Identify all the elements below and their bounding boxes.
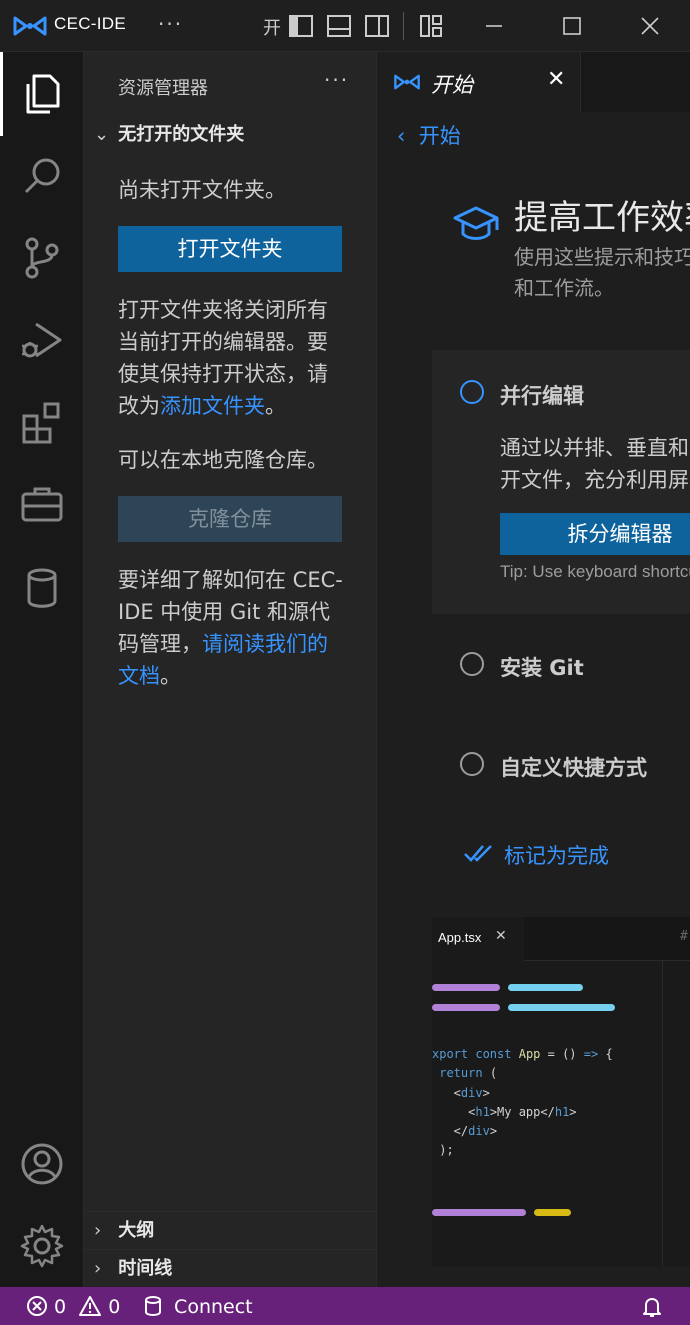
open-folder-info: 打开文件夹将关闭所有当前打开的编辑器。要使其保持打开状态，请改为添加文件夹。 [118,294,348,422]
chevron-down-icon: ⌄ [94,124,110,145]
back-label: 开始 [418,124,461,148]
outline-section-header[interactable]: › 大纲 [84,1211,377,1249]
error-icon [27,1296,47,1316]
run-debug-icon[interactable] [18,316,66,364]
preview-tab: App.tsx ✕ [432,917,524,961]
code-line-bar [508,984,583,991]
app-logo-icon [394,74,420,90]
preview-close-icon: ✕ [495,928,507,944]
explorer-icon[interactable] [18,70,66,118]
connect-label: Connect [174,1296,253,1318]
section-title: 无打开的文件夹 [118,124,245,145]
period2: 。 [160,664,181,688]
connect-item[interactable]: Connect [144,1295,253,1318]
preview-hash: # [680,929,688,944]
step-customize-shortcuts[interactable]: 自定义快捷方式 [500,752,647,782]
activity-bar [0,52,84,1287]
add-folder-link[interactable]: 添加文件夹 [160,394,265,418]
settings-gear-icon[interactable] [18,1222,66,1270]
tab-close-icon[interactable]: ✕ [547,67,565,92]
problems-indicator[interactable]: 0 0 [26,1295,120,1318]
error-count: 0 [54,1296,67,1318]
app-name: CEC-IDE [54,14,126,33]
editor-area: 开始 ✕ ‹ 开始 提高工作效率 使用这些提示和技巧提高工作效率和工作流。 并行… [377,52,690,1287]
no-folder-section-header[interactable]: ⌄ 无打开的文件夹 [94,120,244,146]
database-icon[interactable] [18,564,66,612]
code-line-bar [508,1004,615,1011]
database-icon [145,1296,161,1316]
minimize-icon[interactable] [482,14,506,38]
outline-label: 大纲 [118,1220,155,1241]
open-folder-button[interactable]: 打开文件夹 [118,226,342,272]
app-logo-icon [13,16,47,36]
toolbox-icon[interactable] [18,480,66,528]
step-radio-icon[interactable] [460,752,484,776]
chevron-left-icon: ‹ [397,124,419,148]
close-window-icon[interactable] [638,14,662,38]
code-line-bar [534,1209,571,1216]
walkthrough-subtitle: 使用这些提示和技巧提高工作效率和工作流。 [514,245,690,300]
source-control-icon[interactable] [18,234,66,282]
step-install-git[interactable]: 安装 Git [500,652,584,682]
extensions-icon[interactable] [18,398,66,446]
maximize-icon[interactable] [560,14,584,38]
title-bar: CEC-IDE ··· 开 [0,0,690,52]
code-line-bar [432,1004,500,1011]
sidebar-title: 资源管理器 [118,78,208,99]
step-description: 通过以并排、垂直和网格布局打开文件，充分利用屏幕空间。 [500,436,690,492]
bell-icon[interactable] [640,1295,664,1319]
title-more-button[interactable]: ··· [158,12,183,36]
titlebar-separator [403,12,404,40]
step-tip: Tip: Use keyboard shortcut [500,562,690,581]
customize-layout-icon[interactable] [418,13,444,39]
code-line-bar [432,1209,526,1216]
split-editor-button[interactable]: 拆分编辑器 [500,513,690,555]
code-preview-image: App.tsx ✕ # xport const App = () => { re… [432,917,690,1267]
editor-tab-bar: 开始 ✕ [377,52,690,112]
sidebar-more-button[interactable]: ··· [324,68,349,92]
chevron-right-icon: › [94,1220,102,1241]
search-icon[interactable] [18,152,66,200]
active-indicator [0,52,3,136]
preview-divider [662,961,663,1267]
toggle-secondary-sidebar-icon[interactable] [364,13,390,39]
toggle-panel-icon[interactable] [326,13,352,39]
clone-info-text: 可以在本地克隆仓库。 [118,448,328,472]
title-open-label[interactable]: 开 [263,14,281,40]
step-radio-icon[interactable] [460,380,484,404]
back-to-welcome-link[interactable]: ‹ 开始 [397,120,461,150]
clone-repo-button[interactable]: 克隆仓库 [118,496,342,542]
step-side-by-side[interactable]: 并行编辑 通过以并排、垂直和网格布局打开文件，充分利用屏幕空间。 拆分编辑器 T… [432,350,690,614]
warning-icon [79,1296,102,1316]
tab-welcome[interactable]: 开始 ✕ [377,52,581,112]
mark-done-link[interactable]: 标记为完成 [504,840,609,870]
chevron-right-icon: › [94,1258,102,1279]
step-title: 并行编辑 [500,384,584,408]
code-snippet: xport const App = () => { return ( <div>… [432,1047,613,1158]
walkthrough-title: 提高工作效率 [514,198,690,238]
no-folder-text: 尚未打开文件夹。 [118,178,286,202]
status-bar: 0 0 Connect [0,1287,690,1325]
git-info: 要详细了解如何在 CEC-IDE 中使用 Git 和源代码管理，请阅读我们的文档… [118,564,348,692]
code-line-bar [432,984,500,991]
account-icon[interactable] [18,1140,66,1188]
step-radio-icon[interactable] [460,652,484,676]
timeline-label: 时间线 [118,1258,173,1279]
tab-label: 开始 [431,73,473,97]
toggle-primary-sidebar-icon[interactable] [288,13,314,39]
preview-tab-label: App.tsx [438,930,482,945]
explorer-sidebar: 资源管理器 ··· ⌄ 无打开的文件夹 尚未打开文件夹。 打开文件夹 打开文件夹… [84,52,377,1287]
period: 。 [265,394,286,418]
warning-count: 0 [108,1296,121,1318]
timeline-section-header[interactable]: › 时间线 [84,1249,377,1287]
mortarboard-icon [453,206,499,240]
check-all-icon [464,845,492,862]
preview-tab-bar: App.tsx ✕ # [432,917,690,961]
